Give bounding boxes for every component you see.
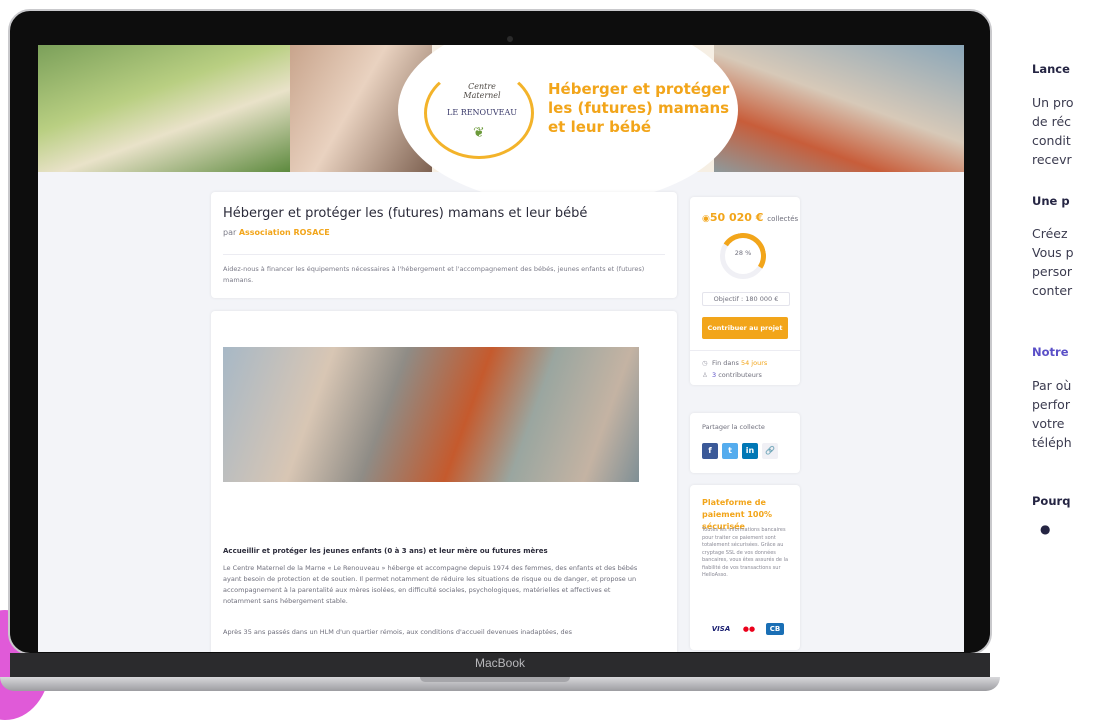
amount-collected: ◉50 020 € collectés	[702, 211, 798, 224]
progress-percent: 28 %	[734, 249, 752, 257]
copy-link-button[interactable]: 🔗	[762, 443, 778, 459]
article-heading-2: Une p	[1032, 194, 1070, 208]
article-line: perfor	[1032, 397, 1070, 412]
visa-logo: VISA	[711, 625, 731, 633]
contributors-label: contributeurs	[718, 371, 762, 379]
banner-tagline: Héberger et protéger les (futures) maman…	[548, 80, 730, 136]
women-photo	[714, 45, 964, 172]
end-date: ◷ Fin dans 54 jours	[702, 359, 767, 367]
campaign-byline: par Association ROSACE	[223, 228, 330, 237]
campaign-image	[223, 347, 639, 482]
amount-value: 50 020 €	[709, 211, 764, 224]
laptop-screen: Centre Maternel LE RENOUVEAU ❦ Héberger …	[38, 45, 964, 652]
article-line: votre	[1032, 416, 1065, 431]
laptop-brand: MacBook	[474, 656, 526, 670]
cb-logo: CB	[766, 623, 784, 635]
funding-card: ◉50 020 € collectés 28 % Objectif : 180 …	[690, 197, 800, 385]
centre-logo: Centre Maternel LE RENOUVEAU ❦	[424, 67, 534, 159]
amount-suffix: collectés	[767, 215, 799, 223]
share-label: Partager la collecte	[702, 423, 765, 431]
section-title: Accueillir et protéger les jeunes enfant…	[223, 547, 548, 555]
bullet-icon: ●	[1040, 522, 1051, 536]
contributors: ♙ 3 contributeurs	[702, 371, 762, 379]
divider	[223, 254, 665, 255]
baby-photo	[38, 45, 290, 172]
article-line: Un pro	[1032, 95, 1074, 110]
coin-icon: ◉	[702, 214, 710, 224]
article-heading-3: Notre	[1032, 345, 1069, 359]
article-line: persor	[1032, 264, 1073, 279]
article-line: Vous p	[1032, 245, 1074, 260]
payment-text: Toutes les informations bancaires pour t…	[702, 527, 789, 578]
funding-goal: Objectif : 180 000 €	[702, 292, 790, 306]
share-card: Partager la collecte f t in 🔗	[690, 413, 800, 473]
contributors-count: 3	[712, 371, 717, 379]
camera-dot	[507, 36, 513, 42]
clock-icon: ◷	[702, 359, 708, 367]
paragraph-1: Le Centre Maternel de la Marne « Le Reno…	[223, 564, 638, 605]
campaign-header-card: Héberger et protéger les (futures) maman…	[211, 192, 677, 298]
paragraph-2: Après 35 ans passés dans un HLM d'un qua…	[223, 628, 573, 636]
campaign-body-card: Accueillir et protéger les jeunes enfant…	[211, 311, 677, 652]
person-icon: ♙	[702, 371, 708, 379]
byline-prefix: par	[223, 228, 237, 237]
end-prefix: Fin dans	[712, 359, 739, 367]
article-line: téléph	[1032, 435, 1072, 450]
campaign-title: Héberger et protéger les (futures) maman…	[223, 206, 588, 221]
mastercard-logo: ●●	[742, 625, 756, 633]
logo-name: LE RENOUVEAU	[447, 108, 517, 117]
laptop-chin: MacBook	[10, 653, 990, 680]
contribute-button[interactable]: Contribuer au projet	[702, 317, 788, 339]
article-line: Par où	[1032, 378, 1072, 393]
campaign-summary: Aidez-nous à financer les équipements né…	[223, 265, 645, 284]
article-line: condit	[1032, 133, 1071, 148]
divider	[690, 350, 800, 351]
payment-card: Plateforme de paiement 100% sécurisée To…	[690, 485, 800, 650]
article-line: recevr	[1032, 152, 1072, 167]
laptop-notch	[420, 677, 570, 682]
facebook-share-button[interactable]: f	[702, 443, 718, 459]
article-line: de réc	[1032, 114, 1072, 129]
organization-link[interactable]: Association ROSACE	[239, 228, 330, 237]
logo-script: Centre Maternel	[463, 82, 501, 100]
twitter-share-button[interactable]: t	[722, 443, 738, 459]
hero-banner: Centre Maternel LE RENOUVEAU ❦ Héberger …	[38, 45, 964, 205]
article-heading-1: Lance	[1032, 62, 1070, 76]
article-heading-4: Pourq	[1032, 494, 1071, 508]
end-value: 54 jours	[740, 359, 768, 367]
article-line: Créez	[1032, 226, 1068, 241]
sprout-icon: ❦	[473, 125, 485, 141]
linkedin-share-button[interactable]: in	[742, 443, 758, 459]
article-line: conter	[1032, 283, 1073, 298]
